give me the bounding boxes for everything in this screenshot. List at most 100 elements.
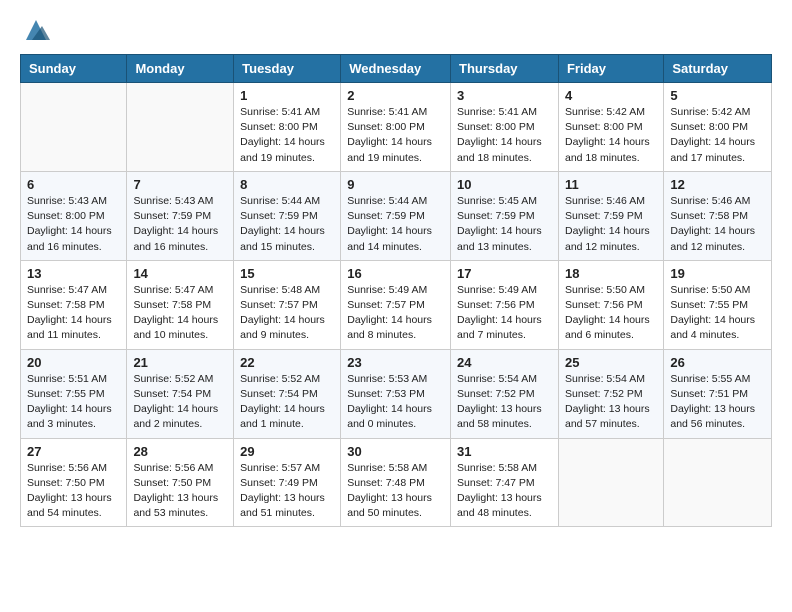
day-number: 18 [565,266,657,281]
day-number: 3 [457,88,552,103]
day-info: Sunrise: 5:42 AM Sunset: 8:00 PM Dayligh… [670,105,765,166]
day-info: Sunrise: 5:46 AM Sunset: 7:58 PM Dayligh… [670,194,765,255]
day-number: 26 [670,355,765,370]
calendar-cell [21,83,127,172]
weekday-header-saturday: Saturday [664,55,772,83]
day-number: 22 [240,355,334,370]
calendar-cell: 16Sunrise: 5:49 AM Sunset: 7:57 PM Dayli… [341,260,451,349]
day-info: Sunrise: 5:43 AM Sunset: 7:59 PM Dayligh… [133,194,227,255]
calendar-cell: 8 Sunrise: 5:44 AM Sunset: 7:59 PM Daylig… [234,171,341,260]
day-info: Sunrise: 5:50 AM Sunset: 7:56 PM Dayligh… [565,283,657,344]
day-info: Sunrise: 5:57 AM Sunset: 7:49 PM Dayligh… [240,461,334,522]
calendar-cell: 1Sunrise: 5:41 AM Sunset: 8:00 PM Daylig… [234,83,341,172]
day-info: Sunrise: 5:56 AM Sunset: 7:50 PM Dayligh… [27,461,120,522]
day-number: 29 [240,444,334,459]
calendar-cell: 19 Sunrise: 5:50 AM Sunset: 7:55 PM Dayli… [664,260,772,349]
day-info: Sunrise: 5:41 AM Sunset: 8:00 PM Dayligh… [347,105,444,166]
weekday-header-sunday: Sunday [21,55,127,83]
calendar-cell: 15 Sunrise: 5:48 AM Sunset: 7:57 PM Dayli… [234,260,341,349]
day-info: Sunrise: 5:44 AM Sunset: 7:59 PM Dayligh… [347,194,444,255]
day-number: 30 [347,444,444,459]
day-number: 31 [457,444,552,459]
calendar-cell: 9Sunrise: 5:44 AM Sunset: 7:59 PM Daylig… [341,171,451,260]
day-info: Sunrise: 5:52 AM Sunset: 7:54 PM Dayligh… [240,372,334,433]
day-info: Sunrise: 5:51 AM Sunset: 7:55 PM Dayligh… [27,372,120,433]
day-number: 17 [457,266,552,281]
day-number: 2 [347,88,444,103]
day-info: Sunrise: 5:56 AM Sunset: 7:50 PM Dayligh… [133,461,227,522]
calendar-cell: 22 Sunrise: 5:52 AM Sunset: 7:54 PM Dayli… [234,349,341,438]
calendar-cell: 17 Sunrise: 5:49 AM Sunset: 7:56 PM Dayli… [451,260,559,349]
day-info: Sunrise: 5:55 AM Sunset: 7:51 PM Dayligh… [670,372,765,433]
day-info: Sunrise: 5:42 AM Sunset: 8:00 PM Dayligh… [565,105,657,166]
day-number: 28 [133,444,227,459]
header [20,16,772,44]
day-number: 10 [457,177,552,192]
weekday-header-monday: Monday [127,55,234,83]
weekday-header-friday: Friday [558,55,663,83]
week-row-3: 13Sunrise: 5:47 AM Sunset: 7:58 PM Dayli… [21,260,772,349]
calendar-cell: 23Sunrise: 5:53 AM Sunset: 7:53 PM Dayli… [341,349,451,438]
week-row-4: 20 Sunrise: 5:51 AM Sunset: 7:55 PM Dayli… [21,349,772,438]
day-number: 11 [565,177,657,192]
calendar-cell: 18 Sunrise: 5:50 AM Sunset: 7:56 PM Dayli… [558,260,663,349]
day-info: Sunrise: 5:47 AM Sunset: 7:58 PM Dayligh… [133,283,227,344]
day-number: 25 [565,355,657,370]
calendar-cell: 21Sunrise: 5:52 AM Sunset: 7:54 PM Dayli… [127,349,234,438]
calendar-cell: 13Sunrise: 5:47 AM Sunset: 7:58 PM Dayli… [21,260,127,349]
logo-icon [22,16,50,44]
day-info: Sunrise: 5:54 AM Sunset: 7:52 PM Dayligh… [565,372,657,433]
day-info: Sunrise: 5:43 AM Sunset: 8:00 PM Dayligh… [27,194,120,255]
day-info: Sunrise: 5:58 AM Sunset: 7:47 PM Dayligh… [457,461,552,522]
day-info: Sunrise: 5:45 AM Sunset: 7:59 PM Dayligh… [457,194,552,255]
day-info: Sunrise: 5:44 AM Sunset: 7:59 PM Dayligh… [240,194,334,255]
calendar-cell: 2 Sunrise: 5:41 AM Sunset: 8:00 PM Daylig… [341,83,451,172]
day-number: 14 [133,266,227,281]
weekday-header-row: SundayMondayTuesdayWednesdayThursdayFrid… [21,55,772,83]
calendar-cell: 4 Sunrise: 5:42 AM Sunset: 8:00 PM Daylig… [558,83,663,172]
calendar-cell: 30Sunrise: 5:58 AM Sunset: 7:48 PM Dayli… [341,438,451,527]
weekday-header-thursday: Thursday [451,55,559,83]
day-info: Sunrise: 5:46 AM Sunset: 7:59 PM Dayligh… [565,194,657,255]
day-number: 16 [347,266,444,281]
calendar-cell: 11 Sunrise: 5:46 AM Sunset: 7:59 PM Dayli… [558,171,663,260]
calendar-cell: 12 Sunrise: 5:46 AM Sunset: 7:58 PM Dayli… [664,171,772,260]
day-number: 8 [240,177,334,192]
calendar-cell [664,438,772,527]
calendar-cell: 5Sunrise: 5:42 AM Sunset: 8:00 PM Daylig… [664,83,772,172]
day-info: Sunrise: 5:41 AM Sunset: 8:00 PM Dayligh… [457,105,552,166]
calendar-cell: 28 Sunrise: 5:56 AM Sunset: 7:50 PM Dayli… [127,438,234,527]
logo [20,16,50,44]
calendar-cell [558,438,663,527]
day-info: Sunrise: 5:53 AM Sunset: 7:53 PM Dayligh… [347,372,444,433]
calendar-cell [127,83,234,172]
calendar-cell: 26 Sunrise: 5:55 AM Sunset: 7:51 PM Dayli… [664,349,772,438]
page: SundayMondayTuesdayWednesdayThursdayFrid… [0,0,792,612]
calendar-cell: 29 Sunrise: 5:57 AM Sunset: 7:49 PM Dayli… [234,438,341,527]
day-info: Sunrise: 5:47 AM Sunset: 7:58 PM Dayligh… [27,283,120,344]
day-number: 20 [27,355,120,370]
day-info: Sunrise: 5:50 AM Sunset: 7:55 PM Dayligh… [670,283,765,344]
day-number: 24 [457,355,552,370]
day-number: 7 [133,177,227,192]
day-info: Sunrise: 5:52 AM Sunset: 7:54 PM Dayligh… [133,372,227,433]
calendar-cell: 24 Sunrise: 5:54 AM Sunset: 7:52 PM Dayli… [451,349,559,438]
week-row-1: 1Sunrise: 5:41 AM Sunset: 8:00 PM Daylig… [21,83,772,172]
calendar-cell: 31 Sunrise: 5:58 AM Sunset: 7:47 PM Dayli… [451,438,559,527]
calendar-cell: 27Sunrise: 5:56 AM Sunset: 7:50 PM Dayli… [21,438,127,527]
day-number: 12 [670,177,765,192]
day-number: 19 [670,266,765,281]
day-info: Sunrise: 5:54 AM Sunset: 7:52 PM Dayligh… [457,372,552,433]
day-number: 15 [240,266,334,281]
weekday-header-tuesday: Tuesday [234,55,341,83]
day-info: Sunrise: 5:48 AM Sunset: 7:57 PM Dayligh… [240,283,334,344]
day-number: 4 [565,88,657,103]
day-info: Sunrise: 5:49 AM Sunset: 7:56 PM Dayligh… [457,283,552,344]
calendar-cell: 3 Sunrise: 5:41 AM Sunset: 8:00 PM Daylig… [451,83,559,172]
calendar-cell: 14 Sunrise: 5:47 AM Sunset: 7:58 PM Dayli… [127,260,234,349]
calendar-table: SundayMondayTuesdayWednesdayThursdayFrid… [20,54,772,527]
calendar-cell: 10 Sunrise: 5:45 AM Sunset: 7:59 PM Dayli… [451,171,559,260]
calendar-cell: 25 Sunrise: 5:54 AM Sunset: 7:52 PM Dayli… [558,349,663,438]
week-row-5: 27Sunrise: 5:56 AM Sunset: 7:50 PM Dayli… [21,438,772,527]
day-info: Sunrise: 5:41 AM Sunset: 8:00 PM Dayligh… [240,105,334,166]
